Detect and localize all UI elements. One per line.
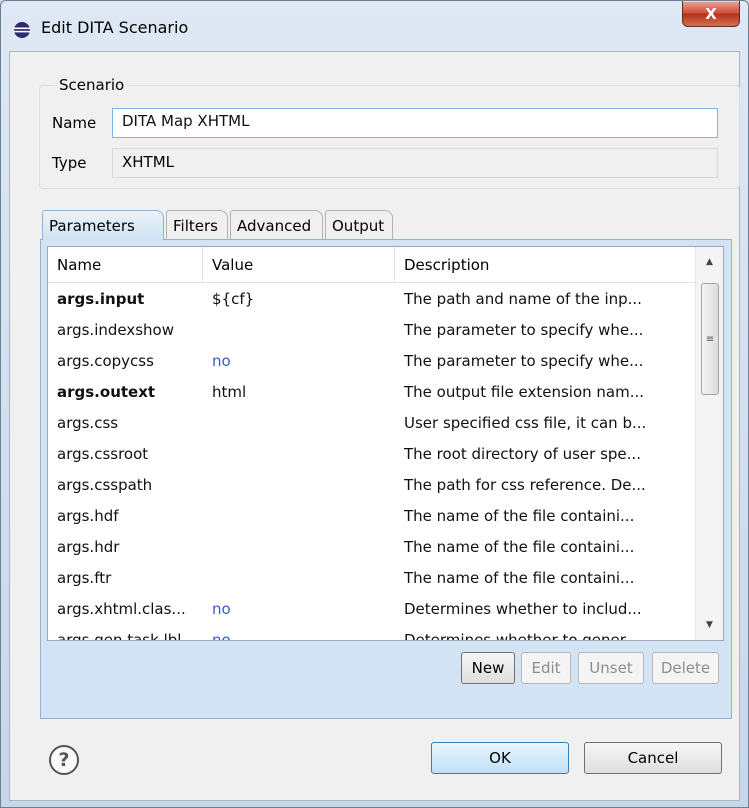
param-value-cell: [203, 501, 395, 532]
window-title: Edit DITA Scenario: [41, 18, 189, 37]
table-row[interactable]: args.indexshow The parameter to specify w…: [48, 315, 696, 346]
param-name-cell: args.xhtml.clas...: [57, 600, 186, 618]
param-value-cell: [203, 470, 395, 501]
tab-output[interactable]: Output: [325, 210, 393, 240]
param-value-cell: no: [212, 631, 231, 641]
close-icon: X: [705, 4, 717, 23]
table-row[interactable]: args.hdf The name of the file containi...: [48, 501, 696, 532]
param-description-cell: The path and name of the inp...: [404, 290, 642, 308]
dialog-client-area: Scenario Name DITA Map XHTML Type XHTML …: [9, 51, 740, 801]
param-name-cell: args.hdf: [57, 507, 119, 525]
param-name-cell: args.hdr: [57, 538, 120, 556]
param-description-cell: Determines whether to gener...: [404, 631, 639, 641]
table-row[interactable]: args.outext html The output file extension…: [48, 377, 696, 408]
table-body: args.input ${cf} The path and name of the …: [48, 284, 696, 641]
param-value-cell: [203, 315, 395, 346]
column-header-description[interactable]: Description: [395, 247, 696, 283]
close-button[interactable]: X: [682, 1, 740, 27]
table-row[interactable]: args.input ${cf} The path and name of the …: [48, 284, 696, 315]
param-name-cell: args.copycss: [57, 352, 154, 370]
table-row[interactable]: args.hdr The name of the file containi...: [48, 532, 696, 563]
scroll-up-arrow-icon[interactable]: ▲: [696, 253, 723, 271]
param-name-cell: args.input: [57, 290, 145, 308]
scroll-down-arrow-icon[interactable]: ▼: [696, 616, 723, 634]
unset-button[interactable]: Unset: [578, 652, 644, 684]
param-description-cell: The root directory of user spe...: [404, 445, 641, 463]
parameters-table: Name Value Description args.input ${cf} Th…: [47, 246, 724, 641]
param-description-cell: The parameter to specify whe...: [404, 321, 644, 339]
param-description-cell: The name of the file containi...: [404, 507, 635, 525]
param-name-cell: args.cssroot: [57, 445, 149, 463]
tab-parameters[interactable]: Parameters: [42, 210, 164, 240]
param-description-cell: The path for css reference. De...: [404, 476, 646, 494]
param-name-cell: args.indexshow: [57, 321, 175, 339]
param-name-cell: args.outext: [57, 383, 156, 401]
scenario-group-label: Scenario: [55, 76, 129, 94]
table-row[interactable]: args.cssroot The root directory of user s…: [48, 439, 696, 470]
param-value-cell: ${cf}: [212, 290, 255, 308]
param-value-cell: no: [212, 600, 231, 618]
param-name-cell: args.csspath: [57, 476, 153, 494]
name-input[interactable]: DITA Map XHTML: [112, 108, 718, 138]
tab-advanced[interactable]: Advanced: [230, 210, 323, 240]
param-value-cell: [203, 408, 395, 439]
param-description-cell: User specified css file, it can b...: [404, 414, 647, 432]
dialog-window: Edit DITA Scenario X Scenario Name DITA …: [0, 0, 749, 808]
column-header-value[interactable]: Value: [203, 247, 395, 283]
table-row[interactable]: args.ftr The name of the file containi...: [48, 563, 696, 594]
type-field: XHTML: [112, 148, 718, 178]
param-value-cell: [203, 439, 395, 470]
cancel-button[interactable]: Cancel: [584, 742, 722, 774]
table-row[interactable]: args.copycss no The parameter to specify w…: [48, 346, 696, 377]
param-name-cell: args.css: [57, 414, 119, 432]
edit-button[interactable]: Edit: [521, 652, 571, 684]
table-header: Name Value Description: [48, 247, 696, 283]
param-description-cell: The name of the file containi...: [404, 538, 635, 556]
param-description-cell: The parameter to specify whe...: [404, 352, 644, 370]
table-row[interactable]: args.gen.task.lbl no Determines whether to…: [48, 625, 696, 641]
tab-filters[interactable]: Filters: [166, 210, 228, 240]
table-vertical-scrollbar[interactable]: ▲ ≡ ▼: [695, 247, 723, 640]
param-value-cell: [203, 532, 395, 563]
scrollbar-thumb[interactable]: ≡: [701, 283, 719, 395]
param-description-cell: The name of the file containi...: [404, 569, 635, 587]
help-icon[interactable]: ?: [49, 745, 79, 775]
eclipse-logo-icon: [14, 22, 30, 38]
param-value-cell: html: [212, 383, 247, 401]
parameters-panel: Name Value Description args.input ${cf} Th…: [40, 239, 732, 719]
param-name-cell: args.ftr: [57, 569, 112, 587]
param-name-cell: args.gen.task.lbl: [57, 631, 182, 641]
ok-button[interactable]: OK: [431, 742, 569, 774]
param-description-cell: Determines whether to includ...: [404, 600, 642, 618]
table-row[interactable]: args.xhtml.clas... no Determines whether t…: [48, 594, 696, 625]
param-value-cell: [203, 563, 395, 594]
table-row[interactable]: args.css User specified css file, it can …: [48, 408, 696, 439]
column-header-name[interactable]: Name: [48, 247, 203, 283]
name-label: Name: [52, 114, 97, 132]
table-row[interactable]: args.csspath The path for css reference. …: [48, 470, 696, 501]
delete-button[interactable]: Delete: [652, 652, 719, 684]
new-button[interactable]: New: [461, 652, 515, 684]
type-label: Type: [52, 154, 87, 172]
param-description-cell: The output file extension nam...: [404, 383, 645, 401]
param-value-cell: no: [212, 352, 231, 370]
